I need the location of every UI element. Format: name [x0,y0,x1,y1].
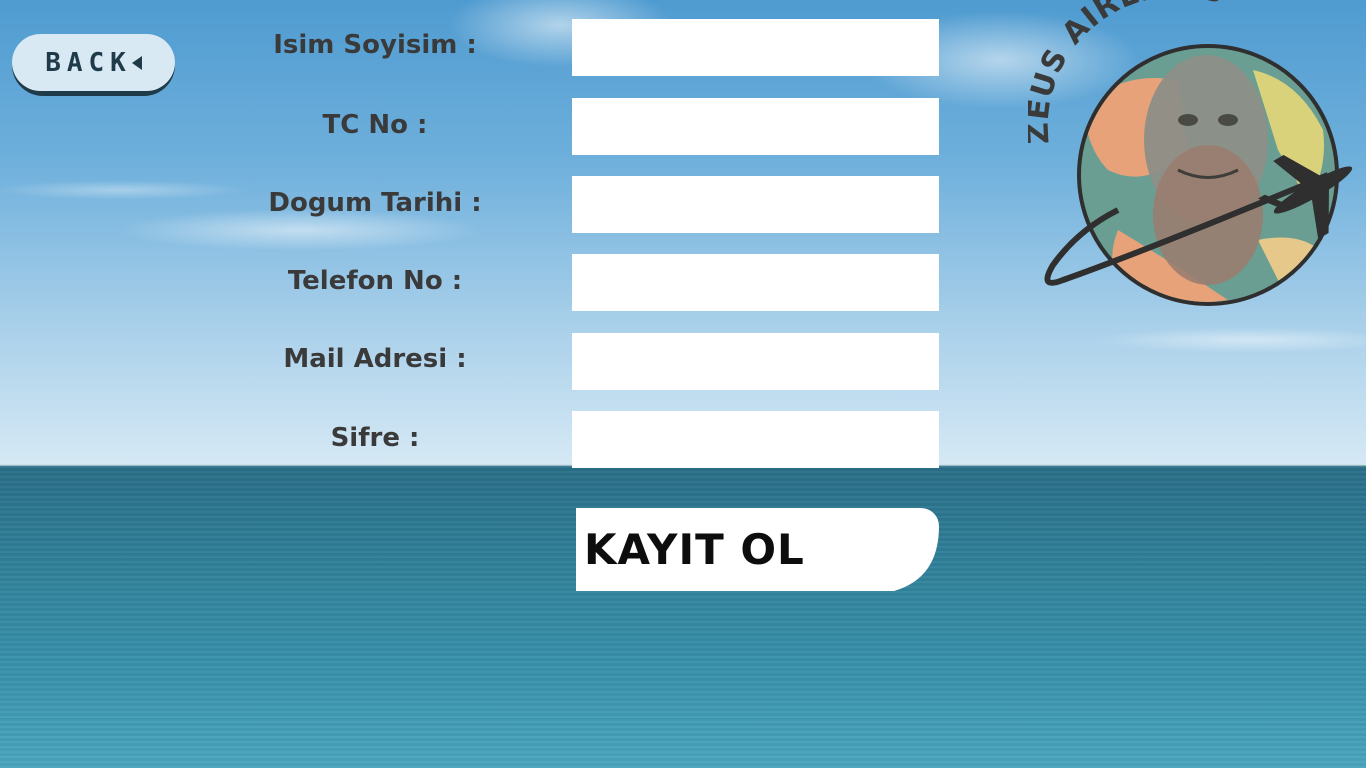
tc-no-input[interactable] [572,98,939,155]
email-label: Mail Adresi : [283,344,467,374]
register-button[interactable]: KAYIT OL [576,508,939,591]
phone-input[interactable] [572,254,939,311]
birth-date-label: Dogum Tarihi : [268,188,482,218]
register-button-label: KAYIT OL [584,525,805,574]
back-button-face[interactable]: BACK [12,34,175,91]
back-button-label: BACK [45,47,132,78]
name-input[interactable] [572,19,939,76]
password-input[interactable] [572,411,939,468]
name-label: Isim Soyisim : [273,30,477,60]
tc-no-label: TC No : [322,110,428,140]
email-input[interactable] [572,333,939,390]
phone-label: Telefon No : [287,266,463,296]
birth-date-input[interactable] [572,176,939,233]
back-button[interactable]: BACK [12,34,175,96]
caret-left-icon [131,55,142,70]
zeus-airlines-logo: ZEUS AIRLINES [1028,0,1353,306]
password-label: Sifre : [330,423,420,453]
